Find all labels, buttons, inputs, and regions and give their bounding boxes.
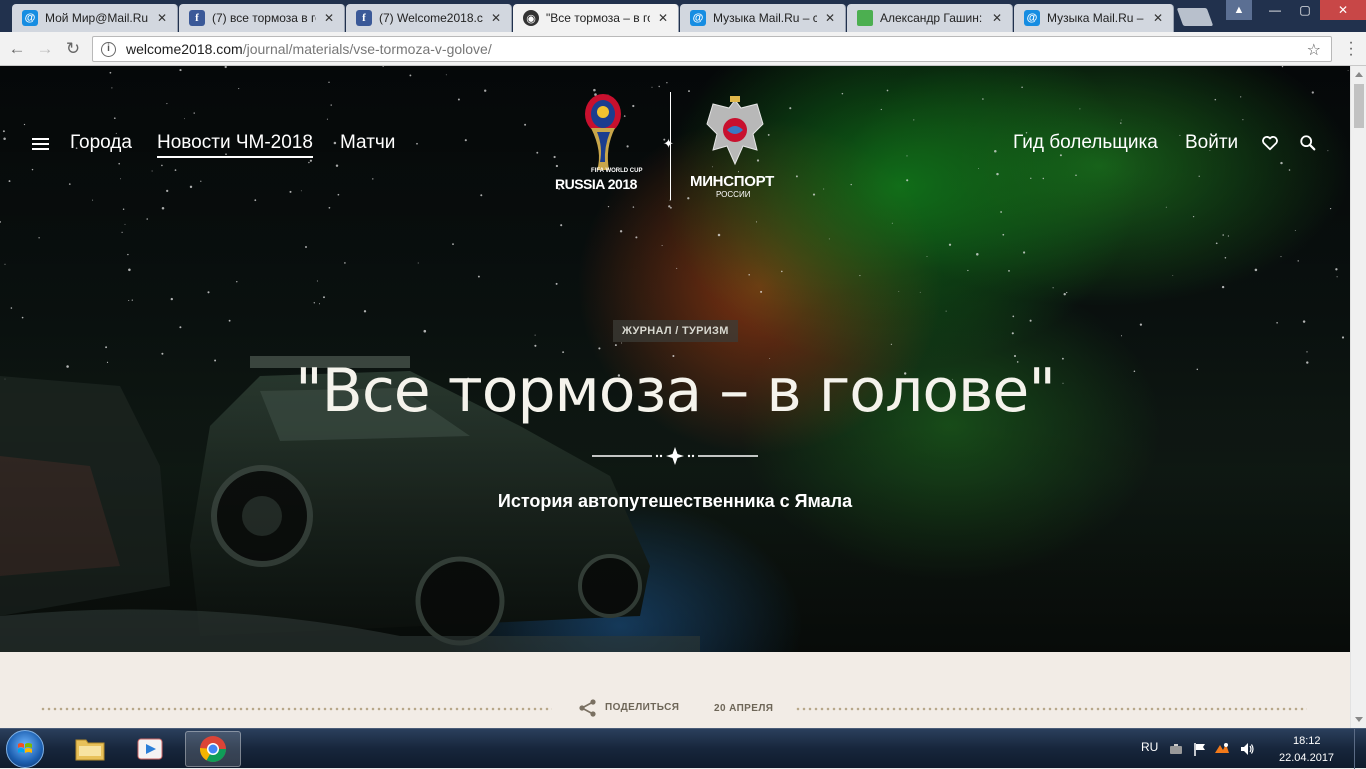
close-icon[interactable]: ✕ — [489, 11, 503, 25]
volume-icon[interactable] — [1239, 741, 1255, 757]
close-icon[interactable]: ✕ — [322, 11, 336, 25]
show-desktop-button[interactable] — [1354, 729, 1366, 769]
dotted-divider — [40, 707, 552, 711]
taskbar-explorer[interactable] — [62, 731, 118, 767]
mail-icon: @ — [1024, 10, 1040, 26]
site-navigation: Города Новости ЧМ-2018 Матчи Гид болельщ… — [0, 66, 1350, 206]
tab-title: Мой Мир@Mail.Ru — [45, 11, 149, 25]
browser-menu-icon[interactable]: · · · — [1348, 35, 1354, 63]
hamburger-menu-icon[interactable] — [32, 138, 49, 150]
browser-tab-active[interactable]: ◉ "Все тормоза – в гол ✕ — [513, 4, 679, 32]
tab-title: Музыка Mail.Ru – с — [1047, 11, 1145, 25]
minimize-icon[interactable]: — — [1260, 0, 1290, 20]
tab-title: (7) Welcome2018.co — [379, 11, 483, 25]
media-player-icon — [137, 738, 163, 760]
share-button[interactable]: ПОДЕЛИТЬСЯ — [605, 702, 679, 713]
ministry-small-text: РОССИИ — [716, 190, 751, 199]
double-eagle-emblem-icon — [706, 96, 764, 166]
network-tray-icon[interactable] — [1168, 741, 1184, 757]
browser-toolbar: ← → ↻ i welcome2018.com/journal/material… — [0, 32, 1366, 66]
article-headline: "Все тормоза – в голове" — [295, 356, 1056, 426]
page-scrollbar[interactable] — [1350, 66, 1366, 728]
tab-title: (7) все тормоза в го — [212, 11, 316, 25]
browser-tab[interactable]: @ Музыка Mail.Ru – с ✕ — [1014, 4, 1174, 32]
ornament-divider — [592, 447, 758, 465]
facebook-icon: f — [189, 10, 205, 26]
share-icon[interactable] — [578, 698, 598, 718]
close-icon[interactable]: ✕ — [990, 11, 1004, 25]
favorites-heart-icon[interactable] — [1261, 134, 1279, 152]
windows-logo-icon — [18, 743, 32, 753]
maximize-icon[interactable]: ▢ — [1290, 0, 1320, 20]
site-logo[interactable]: FIFA WORLD CUP RUSSIA 2018 ✦ МИНСПОРТ РО… — [553, 92, 793, 202]
taskbar-chrome[interactable] — [185, 731, 241, 767]
back-icon[interactable]: ← — [6, 38, 28, 60]
start-button[interactable] — [6, 730, 44, 768]
taskbar-media-player[interactable] — [122, 731, 178, 767]
browser-tab[interactable]: @ Мой Мир@Mail.Ru ✕ — [12, 4, 178, 32]
window-controls: ▲ — ▢ ✕ — [1226, 0, 1366, 20]
antivirus-tray-icon[interactable] — [1214, 741, 1230, 757]
bookmark-star-icon[interactable]: ☆ — [1307, 40, 1321, 60]
browser-tab[interactable]: f (7) все тормоза в го ✕ — [179, 4, 345, 32]
url-path: /journal/materials/vse-tormoza-v-golove/ — [242, 41, 492, 57]
browser-tab[interactable]: f (7) Welcome2018.co ✕ — [346, 4, 512, 32]
browser-tab[interactable]: @ Музыка Mail.Ru – сл ✕ — [680, 4, 846, 32]
close-icon[interactable]: ✕ — [155, 11, 169, 25]
sheet-icon — [857, 10, 873, 26]
scrollbar-thumb[interactable] — [1354, 84, 1364, 128]
browser-tab-strip: @ Мой Мир@Mail.Ru ✕ f (7) все тормоза в … — [0, 0, 1366, 32]
close-icon[interactable]: ✕ — [656, 11, 670, 25]
publish-date: 20 АПРЕЛЯ — [714, 703, 774, 714]
nav-link-fan-guide[interactable]: Гид болельщика — [1013, 132, 1158, 154]
windows-taskbar: RU 18:12 22.04.2017 — [0, 728, 1366, 769]
share-row: ПОДЕЛИТЬСЯ 20 АПРЕЛЯ — [0, 694, 1350, 724]
browser-tab[interactable]: Александр Гашин: ✕ — [847, 4, 1013, 32]
nav-link-cities[interactable]: Города — [70, 132, 132, 154]
url-host: welcome2018.com — [126, 41, 243, 57]
cup-small-text: FIFA WORLD CUP — [591, 168, 643, 174]
hero-banner: Города Новости ЧМ-2018 Матчи Гид болельщ… — [0, 66, 1350, 652]
category-badge[interactable]: ЖУРНАЛ / ТУРИЗМ — [613, 320, 738, 342]
clock-date[interactable]: 22.04.2017 — [1279, 752, 1334, 764]
folder-icon — [75, 739, 105, 761]
nav-link-matches[interactable]: Матчи — [340, 132, 395, 154]
window-close-icon[interactable]: ✕ — [1320, 0, 1366, 20]
tab-title: "Все тормоза – в гол — [546, 11, 650, 25]
action-center-flag-icon[interactable] — [1192, 741, 1208, 757]
language-indicator[interactable]: RU — [1141, 740, 1158, 754]
chrome-icon — [199, 736, 227, 763]
mail-icon: @ — [22, 10, 38, 26]
article-subtitle: История автопутешественника с Ямала — [497, 491, 853, 511]
page-viewport: Города Новости ЧМ-2018 Матчи Гид болельщ… — [0, 66, 1350, 728]
tab-title: Александр Гашин: — [880, 11, 983, 25]
info-icon[interactable]: i — [101, 41, 116, 57]
dotted-divider — [795, 707, 1307, 711]
close-icon[interactable]: ✕ — [1151, 11, 1165, 25]
facebook-icon: f — [356, 10, 372, 26]
ministry-big-text: МИНСПОРТ — [690, 173, 774, 190]
world-cup-emblem-icon — [585, 94, 621, 170]
cup-big-text: RUSSIA 2018 — [555, 176, 637, 192]
nav-link-login[interactable]: Войти — [1185, 132, 1238, 154]
new-tab-button[interactable] — [1176, 8, 1214, 26]
tab-title: Музыка Mail.Ru – сл — [713, 11, 817, 25]
scroll-down-icon[interactable] — [1355, 717, 1363, 722]
scroll-up-icon[interactable] — [1355, 72, 1363, 77]
mail-icon: @ — [690, 10, 706, 26]
forward-icon[interactable]: → — [34, 38, 56, 60]
close-icon[interactable]: ✕ — [823, 11, 837, 25]
sparkle-icon: ✦ — [663, 136, 674, 151]
reload-icon[interactable]: ↻ — [62, 38, 84, 60]
nav-link-news[interactable]: Новости ЧМ-2018 — [157, 132, 313, 158]
worldcup-icon: ◉ — [523, 10, 539, 26]
clock-time[interactable]: 18:12 — [1293, 735, 1321, 747]
address-bar[interactable]: i welcome2018.com/journal/materials/vse-… — [92, 36, 1332, 62]
search-icon[interactable] — [1299, 134, 1317, 152]
profile-icon[interactable]: ▲ — [1226, 0, 1252, 20]
